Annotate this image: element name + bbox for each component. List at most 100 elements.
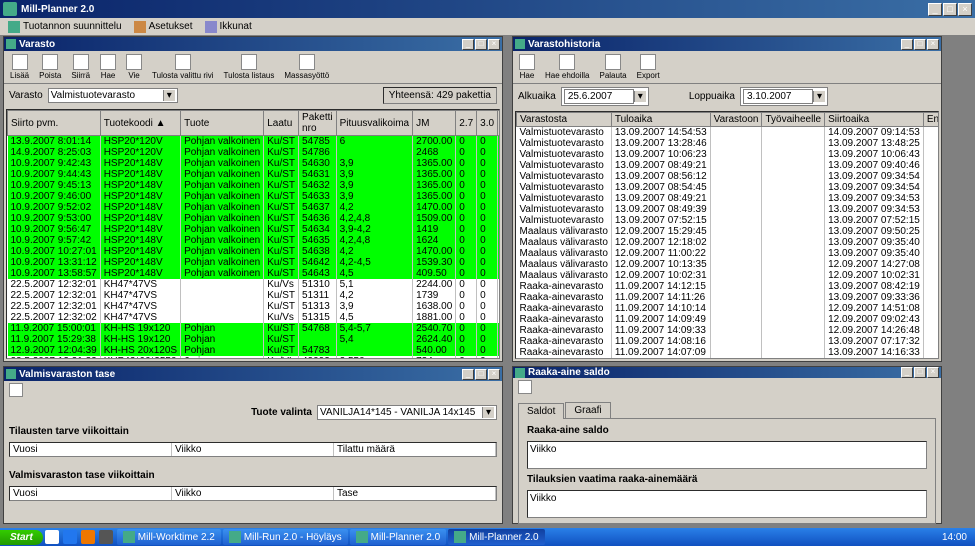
- varasto-grid[interactable]: Siirto pvm.Tuotekoodi ▲TuoteLaatuPaketti…: [6, 109, 500, 359]
- column-header[interactable]: Työvaiheelle: [762, 113, 825, 127]
- table-row[interactable]: 12.9.2007 12:04:39KH-HS 20x120SPohjanKu/…: [8, 345, 501, 356]
- tab[interactable]: Graafi: [565, 402, 610, 418]
- table-row[interactable]: 10.9.2007 9:57:42HSP20*148VPohjan valkoi…: [8, 235, 501, 246]
- table-row[interactable]: 22.5.2007 12:32:01KH47*47VSKu/ST513133,9…: [8, 301, 501, 312]
- historia-titlebar[interactable]: Varastohistoria _ □ ×: [513, 37, 941, 51]
- firefox-icon[interactable]: [81, 530, 95, 544]
- taskbar-item[interactable]: Mill-Planner 2.0: [448, 529, 544, 545]
- table-row[interactable]: Raaka-ainevarasto11.09.2007 14:08:1613.0…: [517, 336, 940, 347]
- table-row[interactable]: 22.5.2007 12:21:32KHP42*66*25506 nipKu/V…: [8, 356, 501, 359]
- table-row[interactable]: Raaka-ainevarasto11.09.2007 14:07:0012.0…: [517, 358, 940, 359]
- table-row[interactable]: Valmistuotevarasto13.09.2007 07:52:1513.…: [517, 215, 940, 226]
- column-header[interactable]: Tuotekoodi ▲: [100, 111, 180, 136]
- taskbar-item[interactable]: Mill-Run 2.0 - Höyläys: [223, 529, 348, 545]
- column-header[interactable]: Paketti nro: [299, 111, 337, 136]
- column-header[interactable]: Ennuste: [923, 113, 939, 127]
- table-row[interactable]: Maalaus välivarasto12.09.2007 10:13:3512…: [517, 259, 940, 270]
- column-header[interactable]: 2.7: [456, 111, 477, 136]
- desktop-icon[interactable]: [99, 530, 113, 544]
- toolbar-button[interactable]: Tulosta valittu rivi: [148, 53, 218, 81]
- table-row[interactable]: Maalaus välivarasto12.09.2007 10:02:3112…: [517, 270, 940, 281]
- taskbar-item[interactable]: Mill-Worktime 2.2: [117, 529, 221, 545]
- toolbar-button[interactable]: Hae: [96, 53, 120, 81]
- from-date-input[interactable]: 25.6.2007▾: [561, 87, 649, 106]
- table-row[interactable]: 10.9.2007 9:42:43HSP20*148VPohjan valkoi…: [8, 158, 501, 169]
- table-row[interactable]: 22.5.2007 12:32:01KH47*47VSKu/Vs513105,1…: [8, 279, 501, 290]
- chevron-down-icon[interactable]: ▾: [482, 407, 494, 418]
- column-header[interactable]: 3.0: [477, 111, 498, 136]
- tuote-combo[interactable]: VANILJA14*145 - VANILJA 14x145 ▾: [317, 405, 497, 420]
- table-row[interactable]: Raaka-ainevarasto11.09.2007 14:11:2613.0…: [517, 292, 940, 303]
- toolbar-button[interactable]: Siirrä: [67, 53, 94, 81]
- table-row[interactable]: 10.9.2007 9:52:02HSP20*148VPohjan valkoi…: [8, 202, 501, 213]
- print-icon[interactable]: [9, 383, 23, 397]
- column-header[interactable]: Varastosta: [517, 113, 612, 127]
- column-header[interactable]: Laatu: [264, 111, 299, 136]
- table-row[interactable]: Raaka-ainevarasto11.09.2007 14:07:0913.0…: [517, 347, 940, 358]
- tab[interactable]: Saldot: [518, 403, 564, 419]
- tase-min-button[interactable]: _: [462, 369, 474, 380]
- toolbar-button[interactable]: Lisää: [6, 53, 33, 81]
- table-row[interactable]: Maalaus välivarasto12.09.2007 15:29:4513…: [517, 226, 940, 237]
- app-maximize-button[interactable]: □: [943, 3, 957, 16]
- historia-grid[interactable]: VarastostaTuloaikaVarastoonTyövaiheelleS…: [515, 111, 939, 359]
- varasto-close-button[interactable]: ×: [488, 39, 500, 50]
- tase-close-button[interactable]: ×: [488, 369, 500, 380]
- saldo-max-button[interactable]: □: [914, 367, 926, 378]
- tase-titlebar[interactable]: Valmisvaraston tase _ □ ×: [4, 367, 502, 381]
- column-header[interactable]: Siirto pvm.: [8, 111, 101, 136]
- chevron-down-icon[interactable]: ▾: [813, 91, 825, 102]
- table-row[interactable]: Valmistuotevarasto13.09.2007 08:56:1213.…: [517, 171, 940, 182]
- toolbar-button[interactable]: Palauta: [595, 53, 630, 81]
- table-row[interactable]: Raaka-ainevarasto11.09.2007 14:10:1412.0…: [517, 303, 940, 314]
- varasto-combo[interactable]: Valmistuotevarasto ▾: [48, 88, 178, 103]
- table-row[interactable]: 11.9.2007 15:29:38KH-HS 19x120PohjanKu/S…: [8, 334, 501, 345]
- historia-max-button[interactable]: □: [914, 39, 926, 50]
- varasto-min-button[interactable]: _: [462, 39, 474, 50]
- app-minimize-button[interactable]: _: [928, 3, 942, 16]
- menu-item[interactable]: Ikkunat: [199, 19, 258, 35]
- table-row[interactable]: 10.9.2007 13:58:57HSP20*148VPohjan valko…: [8, 268, 501, 279]
- historia-close-button[interactable]: ×: [927, 39, 939, 50]
- table-row[interactable]: 10.9.2007 13:31:12HSP20*148VPohjan valko…: [8, 257, 501, 268]
- taskbar-item[interactable]: Mill-Planner 2.0: [350, 529, 446, 545]
- table-row[interactable]: 10.9.2007 9:46:00HSP20*148VPohjan valkoi…: [8, 191, 501, 202]
- table-row[interactable]: Maalaus välivarasto12.09.2007 11:00:2213…: [517, 248, 940, 259]
- app-close-button[interactable]: ×: [958, 3, 972, 16]
- chevron-down-icon[interactable]: ▾: [634, 91, 646, 102]
- table-row[interactable]: 10.9.2007 9:45:13HSP20*148VPohjan valkoi…: [8, 180, 501, 191]
- menu-item[interactable]: Asetukset: [128, 19, 199, 35]
- table-row[interactable]: 10.9.2007 9:56:47HSP20*148VPohjan valkoi…: [8, 224, 501, 235]
- toolbar-button[interactable]: Vie: [122, 53, 146, 81]
- column-header[interactable]: Siirtoaika: [825, 113, 924, 127]
- table-row[interactable]: 22.5.2007 12:32:01KH47*47VSKu/ST513114,2…: [8, 290, 501, 301]
- table-row[interactable]: 14.9.2007 8:25:03HSP20*120VPohjan valkoi…: [8, 147, 501, 158]
- table-row[interactable]: 11.9.2007 15:00:01KH-HS 19x120PohjanKu/S…: [8, 323, 501, 334]
- table-row[interactable]: 10.9.2007 9:44:43HSP20*148VPohjan valkoi…: [8, 169, 501, 180]
- column-header[interactable]: JM: [413, 111, 456, 136]
- table-row[interactable]: Raaka-ainevarasto11.09.2007 14:09:3312.0…: [517, 325, 940, 336]
- varasto-titlebar[interactable]: Varasto _ □ ×: [4, 37, 502, 51]
- saldo-titlebar[interactable]: Raaka-aine saldo _ □ ×: [513, 367, 941, 378]
- table-row[interactable]: Raaka-ainevarasto11.09.2007 14:09:4912.0…: [517, 314, 940, 325]
- table-row[interactable]: 10.9.2007 10:27:01HSP20*148VPohjan valko…: [8, 246, 501, 257]
- table-row[interactable]: 10.9.2007 9:53:00HSP20*148VPohjan valkoi…: [8, 213, 501, 224]
- saldo-close-button[interactable]: ×: [927, 367, 939, 378]
- varasto-max-button[interactable]: □: [475, 39, 487, 50]
- column-header[interactable]: Pituusvalikoima: [336, 111, 412, 136]
- table-row[interactable]: Valmistuotevarasto13.09.2007 08:54:4513.…: [517, 182, 940, 193]
- table-row[interactable]: 13.9.2007 8:01:14HSP20*120VPohjan valkoi…: [8, 136, 501, 148]
- chevron-down-icon[interactable]: ▾: [163, 90, 175, 101]
- toolbar-button[interactable]: Hae ehdoilla: [541, 53, 593, 81]
- tase-max-button[interactable]: □: [475, 369, 487, 380]
- toolbar-button[interactable]: Tulosta listaus: [220, 53, 279, 81]
- column-header[interactable]: 3.3: [498, 111, 500, 136]
- to-date-input[interactable]: 3.10.2007▾: [740, 87, 828, 106]
- table-row[interactable]: 22.5.2007 12:32:02KH47*47VSKu/Vs513154,5…: [8, 312, 501, 323]
- column-header[interactable]: Tuloaika: [611, 113, 710, 127]
- table-row[interactable]: Valmistuotevarasto13.09.2007 10:06:2313.…: [517, 149, 940, 160]
- quicklaunch-icon[interactable]: [45, 530, 59, 544]
- table-row[interactable]: Raaka-ainevarasto11.09.2007 14:12:1513.0…: [517, 281, 940, 292]
- ie-icon[interactable]: [63, 530, 77, 544]
- menu-item[interactable]: Tuotannon suunnittelu: [2, 19, 128, 35]
